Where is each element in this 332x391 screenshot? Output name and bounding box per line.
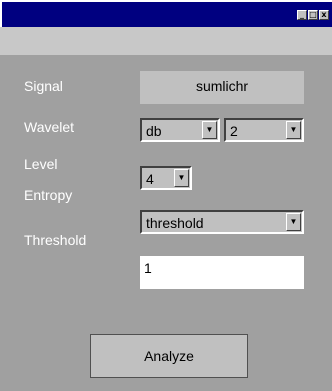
analyze-button[interactable]: Analyze [90, 334, 248, 378]
wavelet-family-value: db [146, 123, 162, 139]
threshold-label: Threshold [24, 232, 87, 248]
minimize-button[interactable]: _ [297, 10, 307, 20]
close-button[interactable]: x [319, 10, 329, 20]
level-label: Level [24, 156, 58, 172]
entropy-label: Entropy [24, 187, 73, 203]
signal-label: Signal [24, 78, 63, 94]
signal-name-display: sumlichr [140, 71, 304, 104]
title-bar: _ □ x [0, 0, 332, 27]
level-select[interactable]: 4 ▼ [140, 166, 192, 190]
dropdown-arrow-icon[interactable]: ▼ [286, 121, 301, 139]
toolbar-strip [0, 27, 332, 55]
level-value: 4 [146, 171, 154, 187]
wavelet-label: Wavelet [24, 119, 75, 135]
dropdown-arrow-icon[interactable]: ▼ [202, 121, 217, 139]
entropy-select[interactable]: threshold ▼ [140, 210, 304, 234]
wavelet-order-value: 2 [230, 123, 238, 139]
wavelet-order-select[interactable]: 2 ▼ [224, 118, 304, 142]
maximize-button[interactable]: □ [308, 10, 318, 20]
dropdown-arrow-icon[interactable]: ▼ [286, 213, 301, 231]
wavelet-family-select[interactable]: db ▼ [140, 118, 220, 142]
threshold-input[interactable]: 1 [140, 256, 304, 289]
dropdown-arrow-icon[interactable]: ▼ [174, 169, 189, 187]
entropy-value: threshold [146, 215, 204, 231]
wavelet-analysis-window: _ □ x Signal sumlichr Wavelet db ▼ 2 ▼ L… [0, 0, 332, 391]
